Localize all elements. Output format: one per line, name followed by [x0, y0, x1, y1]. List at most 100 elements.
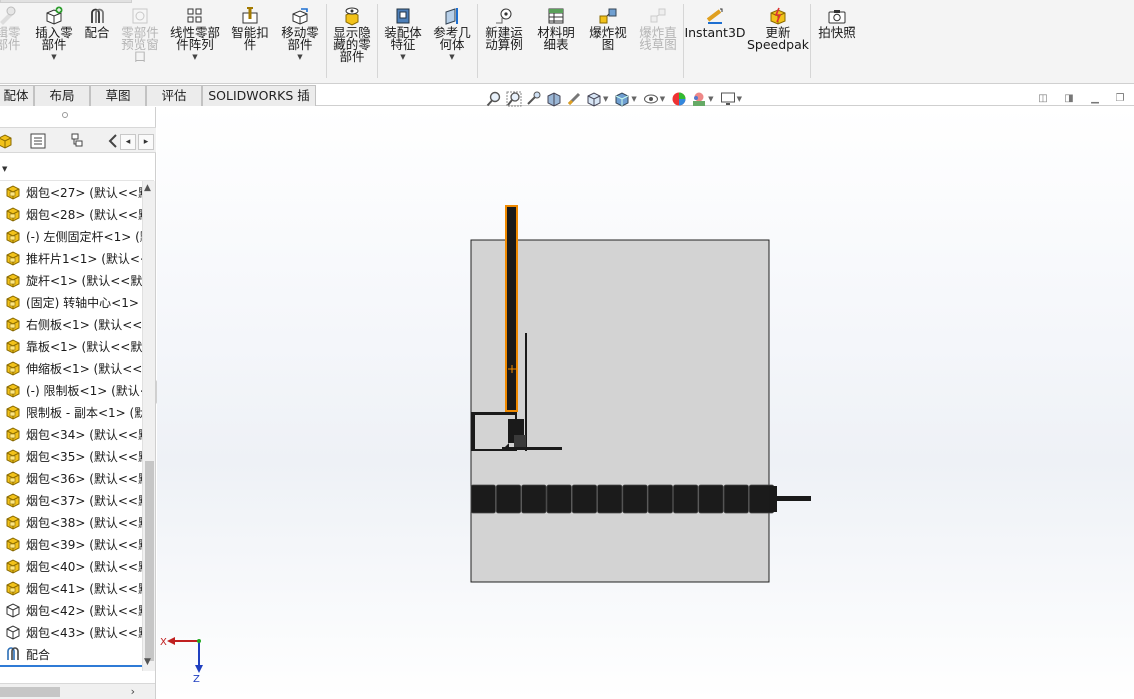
ribbon-button-linear-pattern[interactable]: 线性零部 件阵列 ▼ — [164, 6, 226, 61]
tree-vertical-scrollbar[interactable]: ▲ ▼ — [142, 181, 155, 671]
tree-item-component[interactable]: 伸缩板<1> (默认<<默 — [0, 357, 142, 379]
tab-sketch[interactable]: 草图 — [90, 85, 146, 106]
chevron-down-icon[interactable]: ▼ — [2, 165, 7, 173]
chevron-down-icon[interactable]: ▼ — [660, 95, 665, 103]
ribbon-button-move-component[interactable]: 移动零 部件 ▼ — [276, 6, 324, 61]
tab-evaluate[interactable]: 评估 — [146, 85, 202, 106]
tree-item-component[interactable]: 推杆片1<1> (默认<< — [0, 247, 142, 269]
tree-rollback-bar[interactable] — [0, 665, 142, 667]
tree-item-component[interactable]: 烟包<36> (默认<<默 — [0, 467, 142, 489]
graphics-viewport[interactable]: X Z — [157, 107, 1134, 699]
scroll-right-icon[interactable]: › — [131, 685, 135, 698]
view-orientation-icon[interactable] — [584, 90, 604, 108]
tree-horizontal-scrollbar[interactable]: › — [0, 683, 155, 699]
pack[interactable] — [597, 484, 623, 514]
pack[interactable] — [495, 484, 522, 514]
split-panel-icon[interactable]: ◨ — [1062, 92, 1076, 106]
tab-layout[interactable]: 布局 — [34, 85, 90, 106]
pack[interactable] — [622, 484, 648, 514]
chevron-down-icon[interactable]: ▼ — [603, 95, 608, 103]
chevron-down-icon[interactable]: ▼ — [449, 53, 454, 61]
chevron-down-icon[interactable]: ▼ — [631, 95, 636, 103]
pack[interactable] — [470, 484, 496, 514]
ribbon-button-exploded-view[interactable]: 爆炸视 图 — [584, 6, 632, 51]
ribbon-button-motion-study[interactable]: 新建运 动算例 — [480, 6, 528, 51]
chevron-down-icon[interactable]: ▼ — [400, 53, 405, 61]
tree-item-component[interactable]: 限制板 - 副本<1> (默 — [0, 401, 142, 423]
ribbon-button-component-preview[interactable]: 零部件 预览窗 口 — [116, 6, 164, 63]
tree-item-component[interactable]: 烟包<43> (默认<<默 — [0, 621, 142, 643]
ribbon-button-insert-component[interactable]: 插入零 部件 ▼ — [30, 6, 78, 61]
display-style-icon[interactable] — [612, 90, 632, 108]
previous-view-icon[interactable] — [524, 90, 544, 108]
panel-scroll-left-button[interactable]: ◂ — [120, 134, 136, 150]
stop-plate[interactable] — [525, 333, 527, 451]
pack[interactable] — [571, 484, 598, 514]
tree-item-component[interactable]: 烟包<42> (默认<<默 — [0, 599, 142, 621]
tab-solidworks-addins[interactable]: SOLIDWORKS 插件 — [202, 85, 316, 123]
feature-manager-icon[interactable] — [0, 131, 16, 151]
ribbon-button-explode-line[interactable]: 爆炸直 线草图 — [634, 6, 682, 51]
maximize-icon[interactable]: ❐ — [1113, 92, 1127, 106]
pack[interactable] — [698, 484, 724, 514]
chevron-down-icon[interactable]: ▼ — [737, 95, 742, 103]
tree-item-component[interactable]: 靠板<1> (默认<<默认 — [0, 335, 142, 357]
tree-item-component[interactable]: (固定) 转轴中心<1> — [0, 291, 142, 313]
push-rod[interactable] — [777, 496, 811, 501]
ribbon-button-snapshot[interactable]: 拍快照 — [812, 6, 862, 39]
view-settings-icon[interactable] — [718, 90, 738, 108]
chevron-down-icon[interactable]: ▼ — [51, 53, 56, 61]
tree-item-mates[interactable]: 配合 — [0, 643, 142, 665]
scroll-down-icon[interactable]: ▼ — [144, 657, 151, 667]
panel-grip[interactable] — [62, 112, 68, 118]
pack[interactable] — [521, 484, 547, 514]
tree-item-component[interactable]: 烟包<34> (默认<<默 — [0, 423, 142, 445]
tree-item-component[interactable]: 烟包<35> (默认<<默 — [0, 445, 142, 467]
tree-item-component[interactable]: 烟包<41> (默认<<默 — [0, 577, 142, 599]
selected-rod[interactable] — [505, 205, 518, 412]
ribbon-button-instant3d[interactable]: Instant3D — [684, 6, 746, 39]
tree-item-component[interactable]: 烟包<28> (默认<<默 — [0, 203, 142, 225]
edit-appearance-icon[interactable] — [669, 90, 689, 108]
hscroll-thumb[interactable] — [0, 687, 60, 697]
ribbon-button-assembly-feature[interactable]: 装配体 特征 ▼ — [380, 6, 426, 61]
ribbon-button-show-hidden[interactable]: 显示隐 藏的零 部件 — [330, 6, 374, 63]
restore-panel-icon[interactable]: ◫ — [1036, 92, 1050, 106]
tree-item-component[interactable]: 烟包<37> (默认<<默 — [0, 489, 142, 511]
dynamic-annotation-icon[interactable] — [564, 90, 584, 108]
pack[interactable] — [673, 484, 699, 514]
ribbon-button-speedpak[interactable]: 更新 Speedpak — [747, 6, 809, 51]
ribbon-button-reference-geometry[interactable]: 参考几 何体 ▼ — [428, 6, 476, 61]
hide-show-icon[interactable] — [641, 90, 661, 108]
panel-scroll-right-button[interactable]: ▸ — [138, 134, 154, 150]
pivot-center[interactable] — [514, 435, 526, 447]
ribbon-button-edit-component[interactable]: 辑零 部件 — [0, 6, 28, 51]
scroll-thumb[interactable] — [145, 461, 154, 661]
ribbon-button-smart-fastener[interactable]: 智能扣 件 — [226, 6, 274, 51]
tree-item-component[interactable]: 右侧板<1> (默认<<默 — [0, 313, 142, 335]
tab-assembly[interactable]: 配体 — [0, 85, 34, 106]
tree-item-component[interactable]: (-) 限制板<1> (默认< — [0, 379, 142, 401]
ribbon-button-bom[interactable]: 材料明 细表 — [532, 6, 580, 51]
pack[interactable] — [546, 484, 572, 514]
tree-item-component[interactable]: 烟包<38> (默认<<默 — [0, 511, 142, 533]
property-manager-icon[interactable] — [27, 131, 49, 151]
tree-filter[interactable]: ▼ — [0, 155, 154, 181]
apply-scene-icon[interactable] — [689, 90, 709, 108]
model-view[interactable]: X Z — [157, 107, 1134, 699]
base-strip[interactable] — [502, 447, 562, 450]
tree-item-component[interactable]: 烟包<27> (默认<<默 — [0, 181, 142, 203]
minimize-icon[interactable]: ▁ — [1088, 92, 1102, 106]
chevron-down-icon[interactable]: ▼ — [192, 53, 197, 61]
pack[interactable] — [723, 484, 749, 514]
pack-row[interactable] — [470, 484, 775, 514]
end-cap[interactable] — [769, 486, 777, 512]
tree-item-component[interactable]: 烟包<40> (默认<<默 — [0, 555, 142, 577]
chevron-down-icon[interactable]: ▼ — [297, 53, 302, 61]
zoom-to-fit-icon[interactable] — [484, 90, 504, 108]
zoom-area-icon[interactable] — [504, 90, 524, 108]
ribbon-button-mate[interactable]: 配合 — [80, 6, 114, 39]
scroll-up-icon[interactable]: ▲ — [144, 183, 151, 193]
pack[interactable] — [647, 484, 674, 514]
tree-item-component[interactable]: 旋杆<1> (默认<<默认 — [0, 269, 142, 291]
